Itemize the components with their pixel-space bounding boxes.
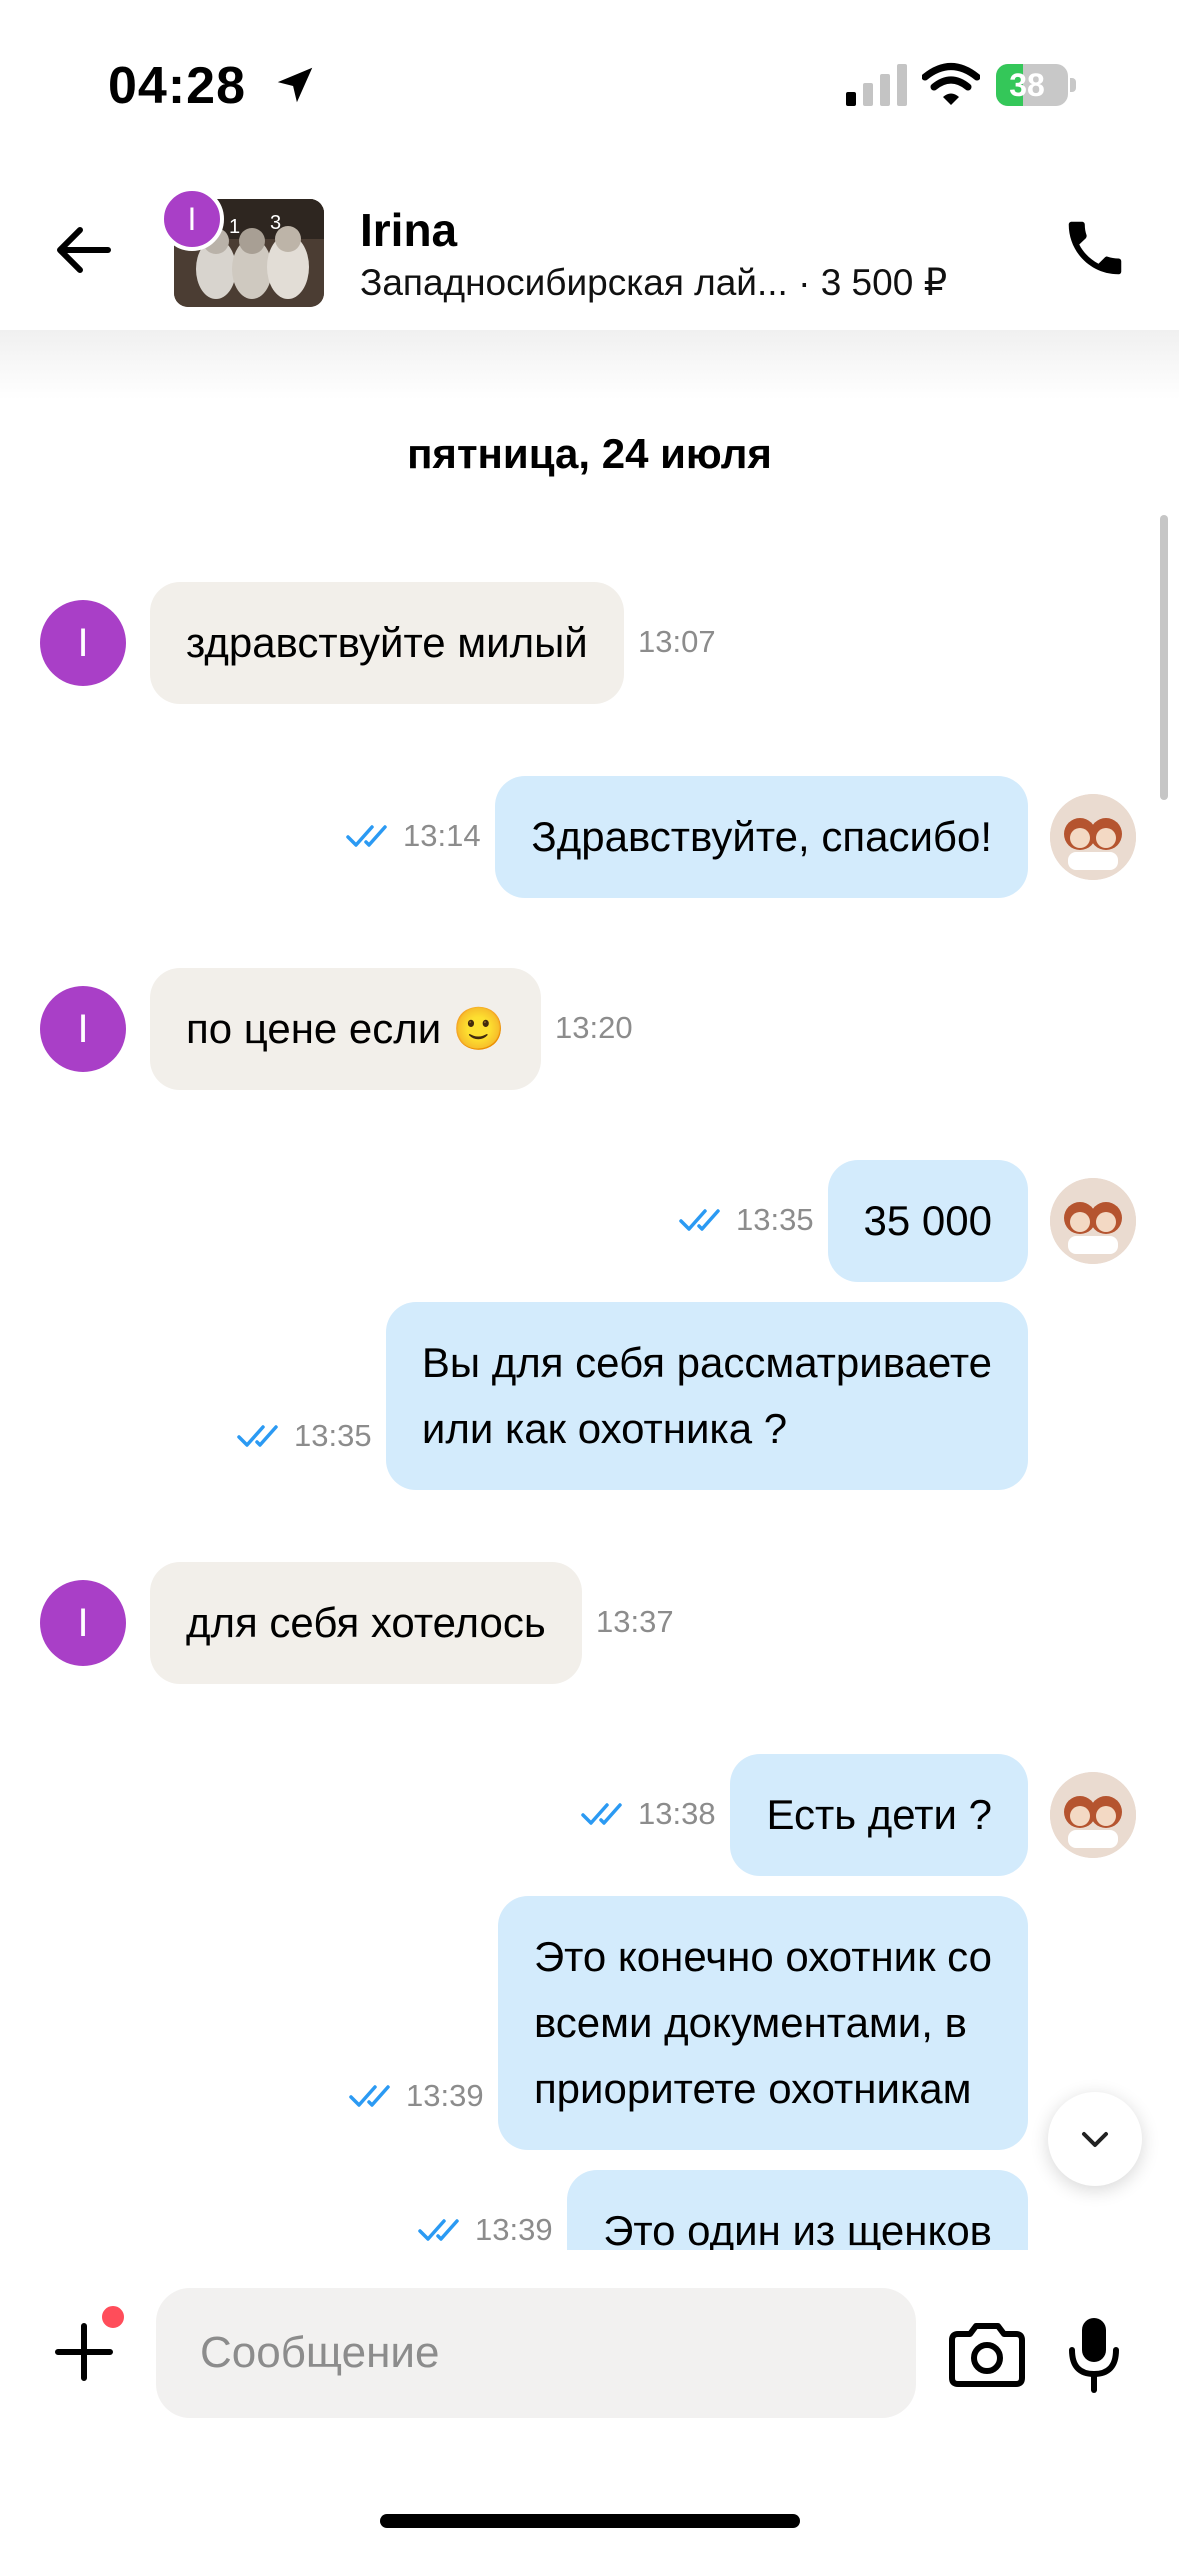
contact-avatar: I	[160, 187, 224, 251]
location-arrow-icon	[277, 67, 313, 103]
camera-icon[interactable]	[946, 2318, 1028, 2390]
message-text: 35 000	[863, 1197, 992, 1244]
message-text: по цене если 🙂	[186, 1005, 506, 1052]
message-time: 13:14	[403, 818, 481, 853]
read-check-icon	[237, 1425, 278, 1447]
read-check-icon	[349, 2085, 390, 2107]
message-input[interactable]	[156, 2288, 916, 2418]
message-text: всеми документами, в	[533, 1999, 967, 2046]
message-time: 13:07	[638, 624, 716, 659]
listing-summary[interactable]: Западносибирская лай... · 3 500 ₽	[360, 261, 947, 304]
message-text: или как охотника ?	[421, 1405, 788, 1452]
message-time: 13:39	[406, 2078, 484, 2113]
message-text: приоритете охотникам	[533, 2065, 972, 2112]
message-time: 13:39	[475, 2212, 553, 2247]
header-shadow	[0, 330, 1179, 400]
read-check-icon	[346, 825, 387, 847]
cellular-signal-icon	[846, 64, 907, 106]
message-time: 13:35	[736, 1202, 814, 1237]
home-indicator	[380, 2514, 800, 2528]
status-time: 04:28	[108, 57, 246, 115]
message-text: Есть дети ?	[766, 1791, 992, 1838]
notification-dot	[98, 2302, 128, 2332]
outgoing-message[interactable]: Это конечно охотник со всеми документами,…	[497, 1896, 1028, 2150]
chat-header: 1 3 I Irina Западносибирская лай... · 3 …	[0, 175, 1179, 330]
message-time: 13:20	[555, 1010, 633, 1045]
outgoing-message[interactable]: Есть дети ?	[730, 1754, 1028, 1876]
contact-avatar[interactable]: I	[40, 1580, 126, 1666]
read-check-icon	[679, 1209, 720, 1231]
svg-text:3: 3	[270, 212, 281, 234]
chevron-down-icon	[1082, 2132, 1108, 2147]
message-time: 13:38	[638, 1796, 716, 1831]
message-time: 13:37	[596, 1604, 674, 1639]
phone-icon[interactable]	[1060, 213, 1130, 283]
user-avatar[interactable]	[1050, 1772, 1136, 1858]
message-text: Вы для себя рассматриваете	[421, 1339, 992, 1386]
svg-text:1: 1	[229, 216, 240, 238]
message-text: здравствуйте милый	[186, 619, 588, 666]
outgoing-message[interactable]: Вы для себя рассматриваете или как охотни…	[385, 1302, 1028, 1490]
user-avatar-image	[1050, 1178, 1136, 1264]
read-check-icon	[418, 2219, 459, 2241]
user-avatar-image	[1050, 794, 1136, 880]
contact-name[interactable]: Irina	[360, 203, 457, 257]
date-separator: пятница, 24 июля	[407, 430, 772, 477]
back-arrow-icon[interactable]	[50, 215, 120, 285]
incoming-message[interactable]: здравствуйте милый	[150, 582, 624, 704]
battery-charging-icon: 38	[996, 64, 1078, 106]
message-list[interactable]: пятница, 24 июля здравствуйте милый 13:07…	[0, 330, 1179, 2250]
scroll-down-button[interactable]	[1048, 2092, 1142, 2186]
message-text: Здравствуйте, спасибо!	[531, 813, 992, 860]
status-bar: 04:28 38	[0, 0, 1179, 175]
incoming-message[interactable]: по цене если 🙂	[150, 968, 542, 1090]
microphone-icon[interactable]	[1064, 2314, 1124, 2394]
outgoing-message[interactable]: 35 000	[827, 1160, 1028, 1282]
outgoing-message[interactable]: Здравствуйте, спасибо!	[495, 776, 1028, 898]
listing-price: · 3 500 ₽	[787, 262, 948, 303]
message-time: 13:35	[294, 1418, 372, 1453]
wifi-icon	[922, 63, 980, 105]
user-avatar-image	[1050, 1772, 1136, 1858]
message-text: Это один из щенков	[603, 2207, 992, 2250]
message-text: для себя хотелось	[186, 1599, 546, 1646]
battery-percentage: 38	[1009, 67, 1045, 103]
contact-avatar[interactable]: I	[40, 986, 126, 1072]
user-avatar[interactable]	[1050, 1178, 1136, 1264]
message-text: Это конечно охотник со	[533, 1933, 992, 1980]
composer	[0, 2250, 1179, 2556]
listing-title: Западносибирская лай...	[360, 262, 788, 303]
outgoing-message[interactable]: Это один из щенков	[567, 2170, 1028, 2250]
user-avatar[interactable]	[1050, 794, 1136, 880]
scrollbar[interactable]	[1160, 515, 1168, 800]
contact-avatar[interactable]: I	[40, 600, 126, 686]
read-check-icon	[581, 1803, 622, 1825]
incoming-message[interactable]: для себя хотелось	[150, 1562, 582, 1684]
